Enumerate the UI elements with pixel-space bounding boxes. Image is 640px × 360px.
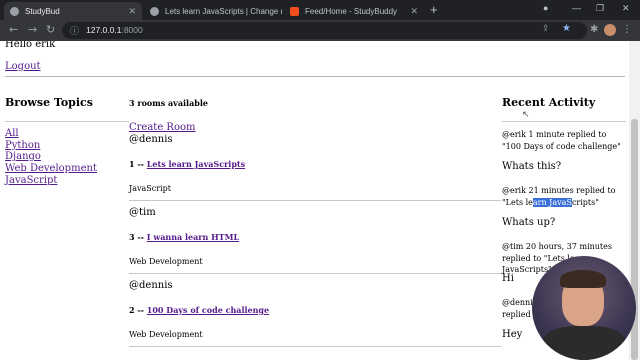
room-host: @dennis [129,280,173,291]
activity-meta: @erik 21 minutes replied to "Lets learn … [502,186,616,207]
divider [129,346,501,347]
topic-link-all[interactable]: All [5,128,97,140]
avatar[interactable] [604,24,616,36]
site-info-icon[interactable]: ⓘ [70,24,79,37]
divider [5,76,625,77]
topic-link-django[interactable]: Django [5,151,97,163]
browser-tab-bar: StudyBud ✕ Lets learn JavaScripts | Chan… [0,0,640,20]
room-host: @dennis [129,134,173,145]
greeting: Hello erik [5,41,56,50]
extensions-icon[interactable]: ✱ [590,24,598,35]
reload-icon[interactable]: ↻ [46,23,55,36]
create-room-link[interactable]: Create Room [129,122,195,133]
room-link[interactable]: 100 Days of code challenge [147,305,269,315]
topic-link-python[interactable]: Python [5,140,97,152]
kebab-menu-icon[interactable]: ⋮ [622,24,632,35]
tab-title: Feed/Home - StudyBuddy [305,6,398,16]
room-title: 1 -- Lets learn JavaScripts [129,159,246,169]
globe-icon [10,6,19,16]
topic-link-web-development[interactable]: Web Development [5,163,97,175]
room-title: 2 -- 100 Days of code challenge [129,305,270,315]
webcam-shirt [542,326,626,360]
activity-message: Hi [502,273,514,284]
room-title: 3 -- I wanna learn HTML [129,232,240,242]
activity-meta: @erik 1 minute replied to "100 Days of c… [502,130,621,151]
browse-topics-heading: Browse Topics [5,96,93,109]
new-tab-icon[interactable]: + [430,2,438,17]
activity-message: Whats this? [502,161,562,172]
maximize-icon[interactable]: ❐ [596,3,604,14]
text-selection: arn JavaS [532,197,572,207]
tab-feed-home[interactable]: Feed/Home - StudyBuddy ✕ [284,2,424,20]
tab-search-icon[interactable]: ● [543,3,548,13]
divider [129,273,501,274]
tab-lets-learn-javascripts[interactable]: Lets learn JavaScripts | Change ro ✕ [144,2,282,20]
divider [5,121,129,122]
minimize-icon[interactable]: — [572,3,581,13]
globe-icon [150,6,159,16]
forward-arrow-icon[interactable]: → [28,23,37,36]
bookmark-star-icon[interactable]: ★ [562,23,571,34]
tab-studybud[interactable]: StudyBud ✕ [4,2,142,20]
room-topic: Web Development [129,257,203,266]
address-bar[interactable]: ⓘ 127.0.0.1:8000 ⇪ ★ [62,22,587,39]
tab-title: StudyBud [25,6,60,16]
close-window-icon[interactable]: ✕ [622,3,630,14]
room-link[interactable]: I wanna learn HTML [147,232,239,242]
divider [129,200,501,201]
browser-toolbar: ← → ↻ ⓘ 127.0.0.1:8000 ⇪ ★ ✱ ⋮ [0,20,640,41]
share-icon[interactable]: ⇪ [542,24,550,34]
figma-icon [290,6,299,16]
logout-link[interactable]: Logout [5,61,41,72]
mouse-cursor-icon: ↖ [522,110,530,120]
divider [502,121,626,122]
rooms-count: 3 rooms available [129,98,208,108]
topics-list: All Python Django Web Development JavaSc… [5,128,97,187]
close-tab-icon[interactable]: ✕ [124,6,136,17]
room-link[interactable]: Lets learn JavaScripts [147,159,245,169]
address-url[interactable]: 127.0.0.1:8000 [86,25,143,35]
room-host: @tim [129,207,156,218]
topic-link-javascript[interactable]: JavaScript [5,175,97,187]
tab-title: Lets learn JavaScripts | Change ro [165,6,282,16]
close-tab-icon[interactable]: ✕ [406,6,418,17]
activity-message: Hey [502,329,523,340]
back-arrow-icon[interactable]: ← [9,23,18,36]
webcam-overlay [532,256,636,360]
room-topic: JavaScript [129,184,171,193]
room-topic: Web Development [129,330,203,339]
activity-message: Whats up? [502,217,556,228]
recent-activity-heading: Recent Activity [502,96,596,109]
webcam-hair [560,270,606,288]
